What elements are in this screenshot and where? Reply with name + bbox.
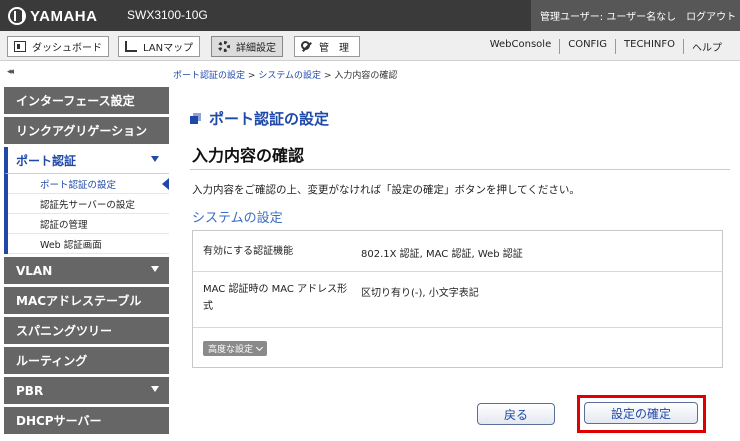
sidebar-submenu: ポート認証の設定 認証先サーバーの設定 認証の管理 Web 認証画面 bbox=[4, 174, 169, 254]
tab-advanced-settings-label: 詳細設定 bbox=[236, 43, 276, 54]
breadcrumb-port-auth[interactable]: ポート認証の設定 bbox=[173, 71, 245, 81]
link-help[interactable]: ヘルプ bbox=[683, 39, 730, 54]
summary-value: 区切り有り(-), 小文字表記 bbox=[361, 288, 479, 299]
sidebar-item-dhcp-server[interactable]: DHCPサーバー bbox=[4, 407, 169, 434]
sidebar-item-routing[interactable]: ルーティング bbox=[4, 347, 169, 374]
sidebar-subitem-web-auth[interactable]: Web 認証画面 bbox=[8, 234, 169, 254]
tab-management-label: 管 理 bbox=[319, 43, 349, 54]
link-webconsole[interactable]: WebConsole bbox=[482, 39, 560, 54]
sidebar-item-label: スパニングツリー bbox=[16, 324, 113, 338]
section-title-text: ポート認証の設定 bbox=[209, 110, 330, 128]
toolbar-links: WebConsole CONFIG TECHINFO ヘルプ bbox=[482, 39, 730, 54]
brand-name: YAMAHA bbox=[30, 7, 98, 25]
summary-row: MAC 認証時の MAC アドレス形式 区切り有り(-), 小文字表記 bbox=[193, 272, 722, 328]
advanced-settings-label: 高度な設定 bbox=[208, 345, 254, 355]
sidebar-subitem-label: 認証先サーバーの設定 bbox=[40, 199, 135, 211]
sidebar-subitem-auth-management[interactable]: 認証の管理 bbox=[8, 214, 169, 234]
sidebar-item-label: インターフェース設定 bbox=[16, 94, 135, 108]
sidebar-subitem-label: ポート認証の設定 bbox=[40, 179, 117, 191]
gear-icon bbox=[218, 41, 230, 52]
sidebar-subitem-port-auth-settings[interactable]: ポート認証の設定 bbox=[8, 174, 169, 194]
breadcrumb-separator: > bbox=[323, 71, 332, 81]
breadcrumb: ポート認証の設定 > システムの設定 > 入力内容の確認 bbox=[173, 68, 397, 81]
sidebar-item-pbr[interactable]: PBR bbox=[4, 377, 169, 404]
breadcrumb-separator: > bbox=[247, 71, 256, 81]
tab-lan-map[interactable]: LANマップ bbox=[118, 36, 201, 57]
tab-management[interactable]: 管 理 bbox=[294, 36, 360, 57]
chevron-down-icon bbox=[151, 266, 159, 272]
yamaha-logo-icon bbox=[8, 7, 26, 25]
lan-map-icon bbox=[125, 41, 137, 52]
instruction-text: 入力内容をご確認の上、変更がなければ「設定の確定」ボタンを押してください。 bbox=[192, 184, 580, 196]
chevron-down-icon bbox=[151, 156, 159, 162]
link-techinfo[interactable]: TECHINFO bbox=[615, 39, 683, 54]
device-model: SWX3100-10G bbox=[127, 8, 208, 22]
summary-row: 有効にする認証機能 802.1X 認証, MAC 認証, Web 認証 bbox=[193, 231, 722, 272]
sidebar-item-label: MACアドレステーブル bbox=[16, 294, 142, 308]
breadcrumb-current: 入力内容の確認 bbox=[334, 71, 398, 81]
confirm-settings-button[interactable]: 設定の確定 bbox=[584, 402, 698, 424]
dashboard-icon bbox=[14, 41, 26, 52]
breadcrumb-system[interactable]: システムの設定 bbox=[258, 71, 321, 81]
tab-lan-map-label: LANマップ bbox=[143, 43, 194, 54]
settings-summary-panel: 有効にする認証機能 802.1X 認証, MAC 認証, Web 認証 MAC … bbox=[192, 230, 723, 368]
subsection-title: システムの設定 bbox=[192, 211, 283, 226]
link-config[interactable]: CONFIG bbox=[559, 39, 615, 54]
breadcrumb-row: ◂◂ ポート認証の設定 > システムの設定 > 入力内容の確認 bbox=[0, 61, 740, 85]
section-title: ポート認証の設定 bbox=[190, 108, 329, 129]
collapse-sidebar-icon[interactable]: ◂◂ bbox=[7, 67, 14, 77]
sidebar-item-port-auth[interactable]: ポート認証 bbox=[4, 147, 169, 174]
sidebar-item-label: DHCPサーバー bbox=[16, 414, 102, 428]
sidebar-item-link-aggregation[interactable]: リンクアグリゲーション bbox=[4, 117, 169, 144]
sidebar-item-mac-table[interactable]: MACアドレステーブル bbox=[4, 287, 169, 314]
page-title: 入力内容の確認 bbox=[192, 146, 305, 165]
sidebar-item-label: リンクアグリゲーション bbox=[16, 124, 148, 138]
sidebar-item-vlan[interactable]: VLAN bbox=[4, 257, 169, 284]
yamaha-logo: YAMAHA bbox=[8, 6, 97, 26]
user-label: 管理ユーザー: ユーザー名なし bbox=[540, 12, 677, 23]
sidebar-item-label: ルーティング bbox=[16, 354, 88, 368]
sidebar-item-label: PBR bbox=[16, 383, 44, 398]
sidebar-item-interface[interactable]: インターフェース設定 bbox=[4, 87, 169, 114]
divider bbox=[190, 169, 730, 170]
summary-key: 有効にする認証機能 bbox=[203, 246, 294, 257]
current-indicator-icon bbox=[162, 178, 169, 190]
logout-link[interactable]: ログアウト bbox=[686, 8, 736, 23]
sidebar-item-spanning-tree[interactable]: スパニングツリー bbox=[4, 317, 169, 344]
tab-advanced-settings[interactable]: 詳細設定 bbox=[211, 36, 283, 57]
chevron-down-icon bbox=[151, 386, 159, 392]
sidebar: インターフェース設定 リンクアグリゲーション ポート認証 ポート認証の設定 認証… bbox=[4, 87, 169, 441]
summary-key: MAC 認証時の MAC アドレス形式 bbox=[203, 284, 348, 312]
summary-value: 802.1X 認証, MAC 認証, Web 認証 bbox=[361, 249, 523, 260]
main-toolbar: ダッシュボード LANマップ 詳細設定 管 理 WebConsole CONFI… bbox=[0, 31, 740, 61]
top-bar: YAMAHA SWX3100-10G 管理ユーザー: ユーザー名なし ログアウト bbox=[0, 0, 740, 31]
advanced-settings-button[interactable]: 高度な設定 bbox=[203, 341, 268, 356]
section-square-icon bbox=[190, 113, 201, 124]
tab-dashboard[interactable]: ダッシュボード bbox=[7, 36, 109, 57]
sidebar-subitem-label: Web 認証画面 bbox=[40, 239, 102, 251]
tab-dashboard-label: ダッシュボード bbox=[32, 43, 102, 54]
sidebar-subitem-auth-server[interactable]: 認証先サーバーの設定 bbox=[8, 194, 169, 214]
back-button[interactable]: 戻る bbox=[477, 403, 555, 425]
sidebar-item-label: VLAN bbox=[16, 263, 53, 278]
chevron-down-icon bbox=[255, 343, 264, 351]
user-box: 管理ユーザー: ユーザー名なし ログアウト bbox=[531, 0, 740, 31]
wrench-icon bbox=[301, 41, 313, 52]
sidebar-subitem-label: 認証の管理 bbox=[40, 219, 88, 231]
sidebar-item-label: ポート認証 bbox=[16, 153, 77, 168]
